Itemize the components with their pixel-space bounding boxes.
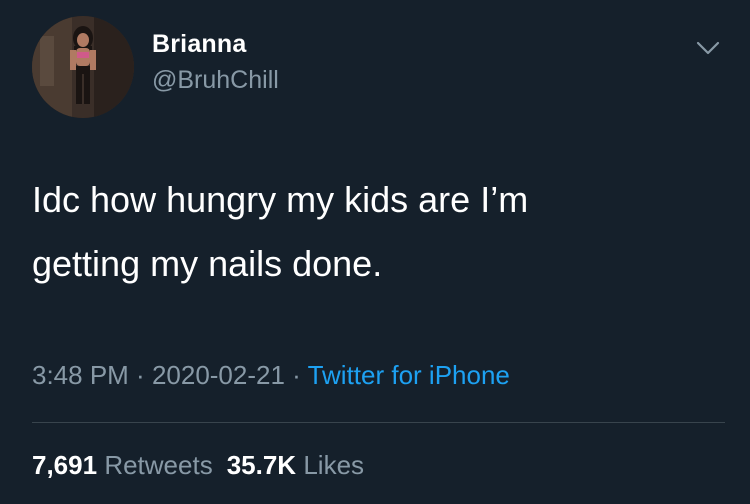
retweets-count: 7,691 <box>32 450 98 480</box>
likes-stat[interactable]: 35.7K Likes <box>227 450 364 480</box>
likes-count: 35.7K <box>226 450 297 480</box>
profile-photo <box>32 16 134 118</box>
avatar[interactable] <box>32 16 134 118</box>
chevron-down-icon[interactable] <box>694 38 722 58</box>
retweets-stat[interactable]: 7,691 Retweets <box>32 450 213 480</box>
tweet-text-line-1: Idc how hungry my kids are I’m <box>32 179 529 220</box>
tweet-card: Brianna @BruhChill Idc how hungry my kid… <box>0 0 750 504</box>
meta-separator: · <box>128 360 152 390</box>
meta-separator: · <box>284 360 308 390</box>
divider <box>32 422 725 423</box>
retweets-label: Retweets <box>104 450 213 480</box>
tweet-stats: 7,691 Retweets 35.7K Likes <box>32 450 364 481</box>
tweet-meta: 3:48 PM · 2020-02-21 · Twitter for iPhon… <box>32 360 510 391</box>
display-name[interactable]: Brianna <box>152 30 246 59</box>
tweet-source-link[interactable]: Twitter for iPhone <box>308 360 510 390</box>
tweet-time[interactable]: 3:48 PM <box>32 360 129 390</box>
user-handle[interactable]: @BruhChill <box>152 66 279 95</box>
tweet-date[interactable]: 2020-02-21 <box>152 360 285 390</box>
likes-label: Likes <box>303 450 365 480</box>
tweet-text: Idc how hungry my kids are I’m getting m… <box>32 168 722 296</box>
tweet-text-line-2: getting my nails done. <box>32 243 383 284</box>
